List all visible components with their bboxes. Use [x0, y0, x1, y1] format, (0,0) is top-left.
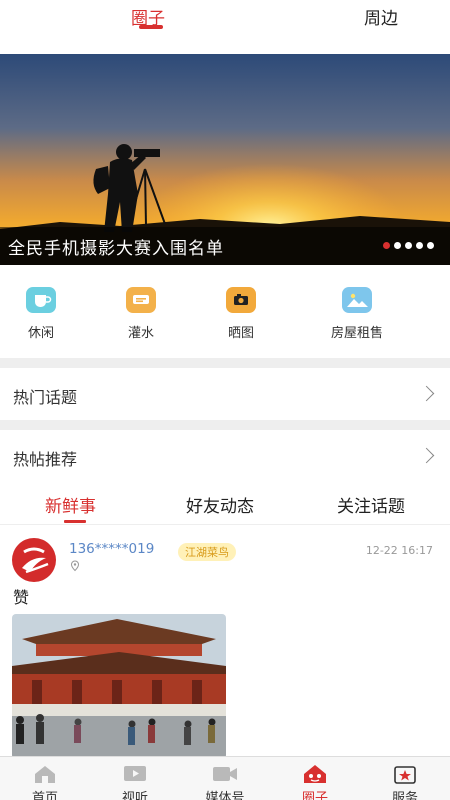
- nav-home[interactable]: 首页: [0, 757, 90, 800]
- tab-fresh-news[interactable]: 新鲜事: [45, 492, 96, 517]
- bottom-nav-bar: 首页 视听 媒体号 圈子 服务: [0, 756, 450, 800]
- section-divider: [0, 420, 450, 430]
- category-leisure[interactable]: 休闲: [0, 287, 86, 341]
- category-chat[interactable]: 灌水: [96, 287, 186, 341]
- banner-title: 全民手机摄影大赛入围名单: [8, 239, 224, 259]
- video-play-icon: [124, 766, 146, 781]
- nav-label: 首页: [31, 791, 58, 800]
- carousel-dot[interactable]: [427, 242, 434, 249]
- top-tab-bar: 圈子 周边: [0, 0, 450, 54]
- category-grid: 休闲 灌水 晒图 房屋租售: [0, 265, 450, 358]
- active-tab-indicator: [139, 25, 163, 29]
- nav-media-account[interactable]: 媒体号: [180, 757, 270, 800]
- user-level-badge: 江湖菜鸟: [178, 543, 236, 561]
- landscape-icon: [342, 287, 372, 313]
- post-username[interactable]: 136*****019: [69, 541, 154, 557]
- nav-label: 视听: [121, 791, 148, 800]
- tab-nearby[interactable]: 周边: [364, 4, 398, 29]
- feed-post[interactable]: 136*****019 江湖菜鸟 12-22 16:17 赞: [0, 526, 450, 759]
- category-housing[interactable]: 房屋租售: [312, 287, 402, 341]
- banner-caption: 全民手机摄影大赛入围名单: [0, 227, 450, 265]
- camera-icon: [226, 287, 256, 313]
- section-divider: [0, 358, 450, 368]
- feed-tab-bar: 新鲜事 好友动态 关注话题: [0, 481, 450, 525]
- nav-label: 服务: [391, 791, 418, 800]
- chat-bubble-icon: [126, 287, 156, 313]
- banner-carousel[interactable]: 全民手机摄影大赛入围名单: [0, 54, 450, 265]
- post-text: 赞: [13, 588, 30, 607]
- category-photos[interactable]: 晒图: [196, 287, 286, 341]
- carousel-dots: [383, 242, 434, 249]
- hot-topics-row[interactable]: 热门话题: [0, 370, 450, 422]
- tab-friend-activity[interactable]: 好友动态: [186, 492, 254, 517]
- carousel-dot[interactable]: [383, 242, 390, 249]
- category-label: 休闲: [27, 326, 54, 341]
- camera-video-icon: [213, 767, 237, 781]
- service-icon: [394, 766, 416, 784]
- chevron-right-icon: [418, 447, 435, 464]
- active-tab-indicator: [64, 520, 86, 523]
- nav-circle[interactable]: 圈子: [270, 757, 360, 800]
- carousel-dot[interactable]: [405, 242, 412, 249]
- hot-topics-label: 热门话题: [13, 388, 78, 407]
- avatar[interactable]: [12, 538, 56, 582]
- nav-label: 圈子: [301, 791, 328, 800]
- nav-service[interactable]: 服务: [360, 757, 450, 800]
- hot-posts-row[interactable]: 热帖推荐: [0, 432, 450, 484]
- carousel-dot[interactable]: [416, 242, 423, 249]
- nav-label: 媒体号: [205, 791, 245, 800]
- chevron-right-icon: [418, 385, 435, 402]
- category-label: 灌水: [127, 326, 154, 341]
- category-label: 房屋租售: [330, 326, 383, 341]
- carousel-dot[interactable]: [394, 242, 401, 249]
- hot-posts-label: 热帖推荐: [13, 450, 78, 469]
- post-image[interactable]: [12, 614, 226, 759]
- circle-house-icon: [304, 765, 326, 783]
- tab-followed-topics[interactable]: 关注话题: [337, 492, 405, 517]
- cup-icon: [26, 287, 56, 313]
- nav-media[interactable]: 视听: [90, 757, 180, 800]
- post-timestamp: 12-22 16:17: [365, 544, 433, 557]
- location-icon: [70, 560, 80, 572]
- category-label: 晒图: [227, 326, 254, 341]
- home-icon: [35, 766, 55, 783]
